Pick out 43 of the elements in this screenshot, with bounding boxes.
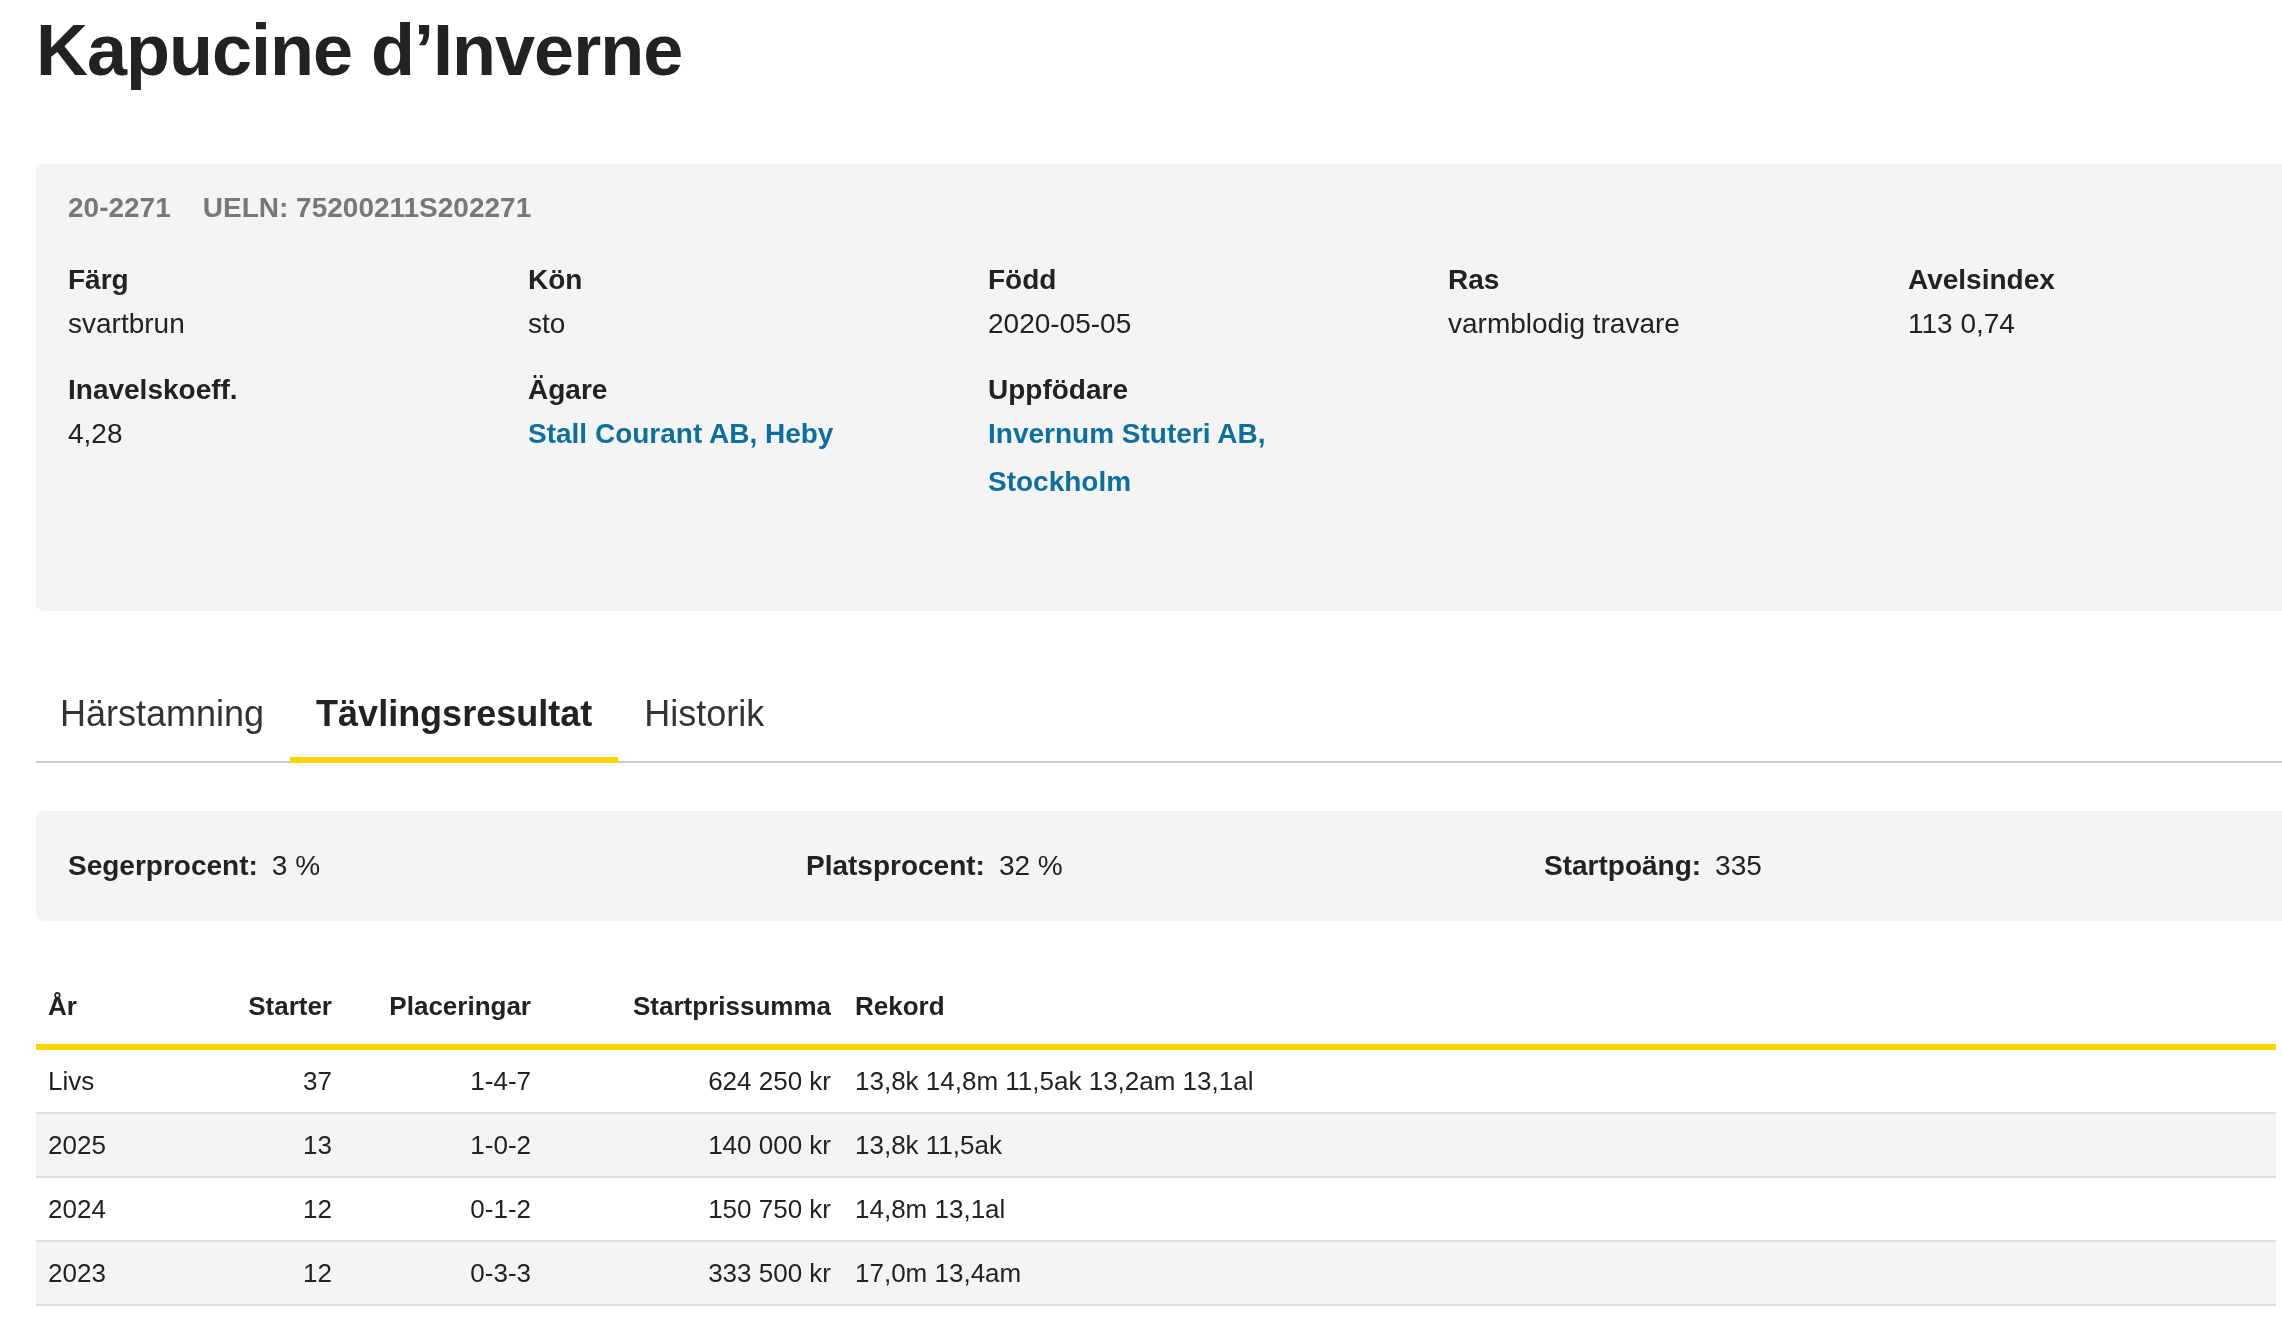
- column-header: Startprissumma: [543, 991, 843, 1047]
- field-label: Inavelskoeff.: [68, 373, 239, 407]
- tab[interactable]: Historik: [618, 673, 791, 763]
- table-cell: 17,0m 13,4am: [843, 1241, 2276, 1305]
- field-label: Uppfödare: [988, 373, 1129, 407]
- field-value: sto: [528, 307, 567, 341]
- table-cell: 0-3-3: [344, 1241, 543, 1305]
- field-label: Ägare: [528, 373, 609, 407]
- field-value: 4,28: [68, 417, 124, 451]
- table-cell: 12: [180, 1241, 344, 1305]
- stat-label: Segerprocent:: [68, 850, 258, 882]
- tab[interactable]: Härstamning: [60, 673, 291, 763]
- table-cell: 140 000 kr: [543, 1113, 843, 1177]
- table-cell: 333 500 kr: [543, 1241, 843, 1305]
- field-label: Färg: [68, 263, 130, 297]
- stat-value: 3 %: [271, 850, 321, 882]
- field-value: svartbrun: [68, 307, 186, 341]
- table-cell: 2023: [36, 1241, 180, 1305]
- table-cell: 13: [180, 1113, 344, 1177]
- tab[interactable]: Tävlingsresultat: [290, 673, 619, 763]
- field-value: 2020-05-05: [988, 307, 1133, 341]
- field-label: Kön: [528, 263, 584, 297]
- table-cell: 13,8k 11,5ak: [843, 1113, 2276, 1177]
- field-value: 113 0,74: [1908, 307, 2016, 341]
- stat-label: Startpoäng:: [1544, 850, 1702, 882]
- column-header: Starter: [180, 991, 344, 1047]
- stat-value: 335: [1715, 850, 1762, 882]
- registration-number: 20-2271: [68, 192, 171, 224]
- field-value: varmblodig travare: [1448, 307, 1681, 341]
- table-cell: 2025: [36, 1113, 180, 1177]
- column-header: År: [36, 991, 180, 1047]
- ueln-number: UELN: 75200211S202271: [202, 192, 532, 224]
- column-header: Placeringar: [344, 991, 543, 1047]
- table-cell: 1-0-2: [344, 1113, 543, 1177]
- column-header: Rekord: [843, 991, 2276, 1047]
- stat-label: Platsprocent:: [806, 850, 985, 882]
- page-title: Kapucine d’Inverne: [36, 9, 684, 92]
- stat-value: 32 %: [998, 850, 1063, 882]
- field-link[interactable]: Invernum Stuteri AB, Stockholm: [988, 410, 1308, 506]
- field-label: Ras: [1448, 263, 1501, 297]
- field-link[interactable]: Stall Courant AB, Heby: [528, 410, 848, 458]
- field-label: Född: [988, 263, 1058, 297]
- field-label: Avelsindex: [1908, 263, 2056, 297]
